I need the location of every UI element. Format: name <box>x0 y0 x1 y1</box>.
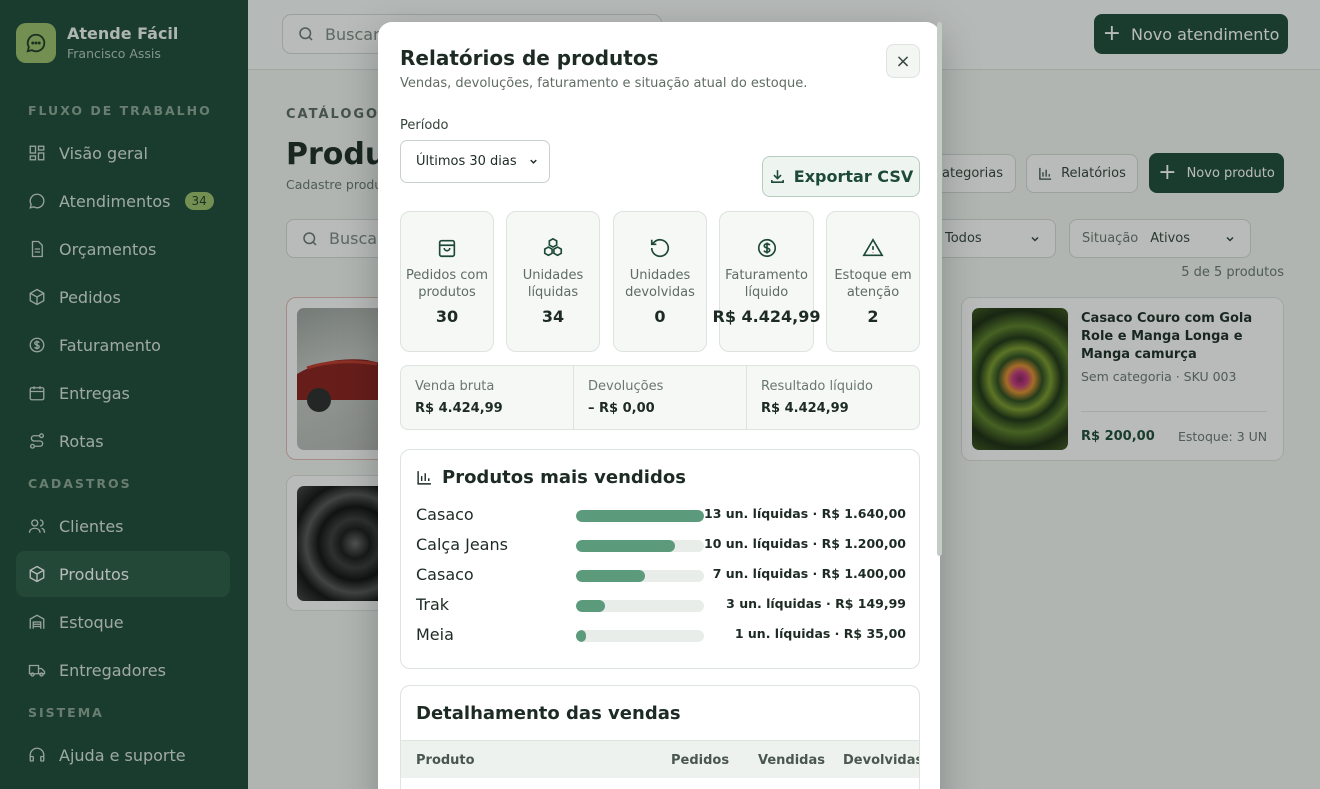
bar-chart-icon <box>417 471 431 485</box>
kpi-label: Unidades devolvidas <box>625 268 695 300</box>
top-products-panel: Produtos mais vendidos Casaco 13 un. líq… <box>400 449 920 669</box>
kpi-value: 0 <box>654 307 666 326</box>
modal-scrollbar[interactable] <box>937 22 942 556</box>
period-label: Período <box>400 118 449 133</box>
bag-icon <box>438 239 456 258</box>
export-label: Exportar CSV <box>793 167 914 186</box>
top-product-bar-track <box>576 540 704 552</box>
modal-subtitle: Vendas, devoluções, faturamento e situaç… <box>400 76 808 91</box>
top-product-row: Calça Jeans 10 un. líquidas · R$ 1.200,0… <box>416 535 906 555</box>
top-product-bar-fill <box>576 570 646 582</box>
summary-label: Devoluções <box>588 379 664 394</box>
kpi-label: Pedidos com produtos <box>405 268 489 300</box>
top-product-row: Meia 1 un. líquidas · R$ 35,00 <box>416 625 906 645</box>
kpi-value: 34 <box>541 307 565 326</box>
download-icon <box>770 170 784 183</box>
top-product-bar-track <box>576 570 704 582</box>
top-product-name: Meia <box>416 625 454 644</box>
column-header-product[interactable]: Produto <box>416 753 475 768</box>
period-value: Últimos 30 dias <box>416 154 517 169</box>
top-product-stat: 7 un. líquidas · R$ 1.400,00 <box>712 566 906 581</box>
modal-title: Relatórios de produtos <box>400 46 659 70</box>
period-select[interactable]: Últimos 30 dias <box>400 140 550 183</box>
kpi-label: Unidades líquidas <box>522 268 584 300</box>
summary-value: R$ 4.424,99 <box>761 401 849 416</box>
summary-returns: Devoluções – R$ 0,00 <box>574 366 747 429</box>
summary-label: Venda bruta <box>415 379 495 394</box>
summary-value: – R$ 0,00 <box>588 401 655 416</box>
summary-box: Venda bruta R$ 4.424,99 Devoluções – R$ … <box>400 365 920 430</box>
top-product-bar-fill <box>576 510 704 522</box>
summary-label: Resultado líquido <box>761 379 874 394</box>
kpi-card-net-units: Unidades líquidas 34 <box>506 211 600 352</box>
top-product-bar-track <box>576 510 704 522</box>
top-product-bar-track <box>576 600 704 612</box>
kpi-label: Faturamento líquido <box>725 268 808 300</box>
kpi-card-stock-alert: Estoque em atenção 2 <box>826 211 920 352</box>
top-product-bar-track <box>576 630 704 642</box>
top-product-bar-fill <box>576 630 587 642</box>
kpi-value: R$ 4.424,99 <box>712 307 821 326</box>
top-product-bar-fill <box>576 540 675 552</box>
kpi-card-revenue: Faturamento líquido R$ 4.424,99 <box>713 211 821 352</box>
top-product-row: Casaco 7 un. líquidas · R$ 1.400,00 <box>416 565 906 585</box>
sales-detail-title: Detalhamento das vendas <box>416 703 681 724</box>
kpi-label: Estoque em atenção <box>834 268 912 300</box>
top-product-stat: 13 un. líquidas · R$ 1.640,00 <box>704 506 906 521</box>
close-button[interactable]: × <box>886 44 920 78</box>
top-product-name: Casaco <box>416 565 474 584</box>
chevron-down-icon <box>530 159 537 164</box>
kpi-card-orders: Pedidos com produtos 30 <box>400 211 494 352</box>
sales-detail-panel: Detalhamento das vendas Produto Pedidos … <box>400 685 920 789</box>
kpi-value: 30 <box>435 307 459 326</box>
summary-gross: Venda bruta R$ 4.424,99 <box>401 366 574 429</box>
kpi-card-returned-units: Unidades devolvidas 0 <box>613 211 707 352</box>
column-header-returned[interactable]: Devolvidas <box>843 753 919 768</box>
warning-icon <box>862 238 884 257</box>
top-product-bar-fill <box>576 600 606 612</box>
table-header: Produto Pedidos Vendidas Devolvidas <box>401 740 919 778</box>
top-products-title-text: Produtos mais vendidos <box>442 467 686 488</box>
column-header-orders[interactable]: Pedidos <box>671 753 729 768</box>
top-product-stat: 1 un. líquidas · R$ 35,00 <box>734 626 906 641</box>
export-csv-button[interactable]: Exportar CSV <box>762 156 920 197</box>
top-product-name: Calça Jeans <box>416 535 508 554</box>
undo-icon <box>650 239 670 258</box>
top-product-row: Casaco 13 un. líquidas · R$ 1.640,00 <box>416 505 906 525</box>
column-header-sold[interactable]: Vendidas <box>758 753 825 768</box>
kpi-value: 2 <box>867 307 879 326</box>
reports-modal: Relatórios de produtos Vendas, devoluçõe… <box>378 22 940 789</box>
top-product-stat: 10 un. líquidas · R$ 1.200,00 <box>704 536 906 551</box>
top-products-title: Produtos mais vendidos <box>416 467 686 488</box>
close-icon: × <box>895 50 911 72</box>
dollar-icon <box>757 238 776 258</box>
summary-net: Resultado líquido R$ 4.424,99 <box>747 366 919 429</box>
top-product-row: Trak 3 un. líquidas · R$ 149,99 <box>416 595 906 615</box>
boxes-icon <box>543 237 563 257</box>
summary-value: R$ 4.424,99 <box>415 401 503 416</box>
top-product-stat: 3 un. líquidas · R$ 149,99 <box>726 596 906 611</box>
top-product-name: Casaco <box>416 505 474 524</box>
top-product-name: Trak <box>416 595 450 614</box>
